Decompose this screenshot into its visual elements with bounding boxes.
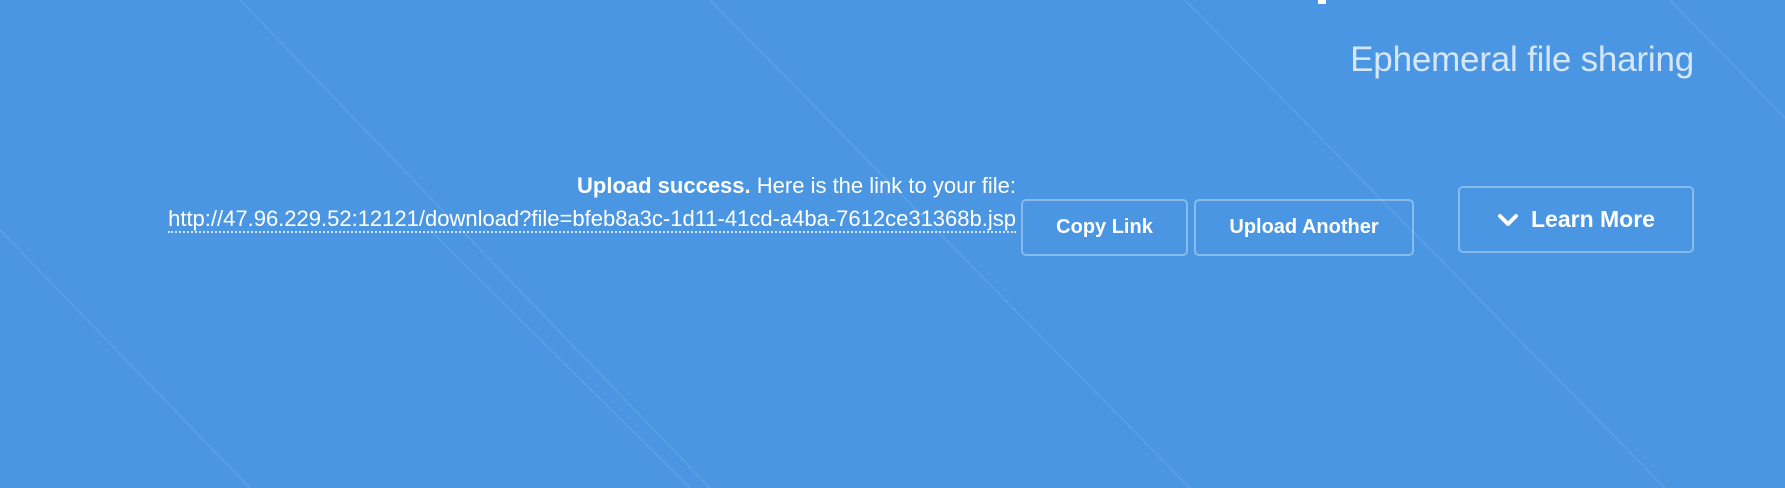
- upload-another-button[interactable]: Upload Another: [1194, 199, 1414, 256]
- learn-more-button[interactable]: Learn More: [1458, 186, 1694, 253]
- copy-link-label: Copy Link: [1056, 216, 1153, 238]
- upload-status-message: Upload success. Here is the link to your…: [168, 169, 1016, 202]
- chevron-down-icon: [1497, 213, 1519, 227]
- upload-status-block: Upload success. Here is the link to your…: [168, 169, 1016, 235]
- learn-more-label: Learn More: [1531, 206, 1655, 232]
- upload-status-text: Here is the link to your file:: [750, 173, 1016, 198]
- site-title-fragment: [1318, 0, 1326, 4]
- upload-status-bold: Upload success.: [577, 173, 751, 198]
- tagline: Ephemeral file sharing: [1350, 40, 1694, 79]
- upload-another-label: Upload Another: [1229, 216, 1379, 238]
- copy-link-button[interactable]: Copy Link: [1021, 199, 1188, 256]
- file-download-link[interactable]: http://47.96.229.52:12121/download?file=…: [168, 206, 1016, 233]
